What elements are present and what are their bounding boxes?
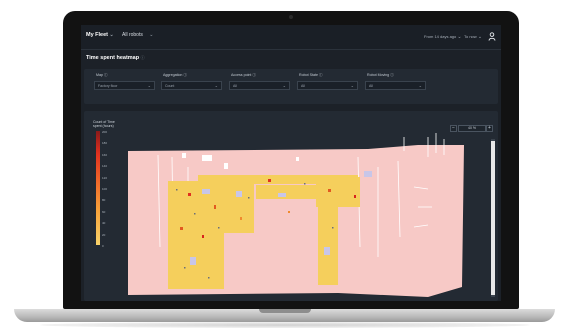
robot-moving-select-value: All bbox=[369, 84, 373, 88]
filter-label-robot-moving: Robot Moving ⓘ bbox=[367, 73, 394, 78]
laptop-shadow bbox=[40, 322, 530, 328]
info-icon: ⓘ bbox=[140, 55, 145, 60]
app-screen: My Fleet ⌄ All robots ⌄ From 14 days ago… bbox=[81, 25, 501, 301]
chevron-down-icon: ⌄ bbox=[477, 34, 483, 40]
filter-label-aggregation: Aggregation ⓘ bbox=[163, 73, 187, 78]
info-icon: ⓘ bbox=[318, 73, 323, 77]
range-to-label: To now bbox=[464, 34, 477, 39]
laptop-base bbox=[14, 309, 555, 322]
map-select-value: Factory floor bbox=[98, 84, 118, 88]
robot-state-select-value: All bbox=[301, 84, 305, 88]
camera bbox=[289, 15, 293, 19]
legend-tick-label: 160 bbox=[102, 152, 108, 157]
heatmap-card: Count of Time spent (hours) 200 180 160 140… bbox=[84, 111, 498, 301]
filter-label-text: Robot State bbox=[299, 73, 318, 77]
filter-label-map: Map ⓘ bbox=[96, 73, 108, 78]
legend-tick-label: 0 bbox=[102, 244, 104, 248]
robot-label: All robots bbox=[122, 32, 143, 38]
legend-tick-label: 80 bbox=[102, 198, 106, 203]
zoom-out-button[interactable]: − bbox=[450, 125, 457, 132]
user-icon[interactable] bbox=[488, 32, 496, 41]
page-title-text: Time spent heatmap bbox=[86, 55, 140, 61]
chevron-down-icon: ⌄ bbox=[457, 34, 462, 40]
legend-tick-label: 120 bbox=[102, 175, 108, 180]
legend-tick-label: 60 bbox=[102, 209, 106, 214]
zoom-level[interactable]: 40 % bbox=[458, 125, 486, 132]
filter-card: Map ⓘ Factory floor ⌄ Aggregation ⓘ Count… bbox=[84, 69, 498, 104]
info-icon: ⓘ bbox=[183, 73, 187, 77]
chevron-down-icon: ⌄ bbox=[214, 83, 218, 88]
filter-label-text: Access point bbox=[231, 73, 252, 77]
access-point-select[interactable]: All ⌄ bbox=[229, 81, 290, 90]
robot-moving-select[interactable]: All ⌄ bbox=[365, 81, 426, 90]
filter-label-text: Robot Moving bbox=[367, 73, 390, 77]
legend-tick-label: 40 bbox=[102, 221, 106, 226]
filter-label-access-point: Access point ⓘ bbox=[231, 73, 256, 78]
fleet-label: My Fleet bbox=[86, 32, 109, 38]
access-point-select-value: All bbox=[233, 84, 237, 88]
legend-color-scale bbox=[96, 131, 100, 245]
map-select[interactable]: Factory floor ⌄ bbox=[94, 81, 155, 90]
filter-label-robot-state: Robot State ⓘ bbox=[299, 73, 323, 78]
range-from-select[interactable]: From 14 days ago ⌄ bbox=[424, 34, 462, 40]
chevron-down-icon: ⌄ bbox=[350, 83, 354, 88]
legend-tick-label: 140 bbox=[102, 164, 108, 169]
robot-selector[interactable]: All robots ⌄ bbox=[122, 32, 153, 38]
chevron-down-icon: ⌄ bbox=[149, 32, 154, 38]
info-icon: ⓘ bbox=[252, 73, 256, 77]
legend-tick-label: 20 bbox=[102, 232, 106, 237]
base-notch bbox=[259, 309, 311, 313]
chevron-down-icon: ⌄ bbox=[418, 83, 422, 88]
legend-tick-label: 100 bbox=[102, 187, 108, 191]
info-icon: ⓘ bbox=[104, 73, 108, 77]
info-icon: ⓘ bbox=[390, 73, 394, 77]
heatmap-map[interactable] bbox=[128, 127, 480, 301]
legend-tick-label: 200 bbox=[102, 130, 108, 134]
zoom-in-button[interactable]: + bbox=[486, 125, 493, 132]
filter-label-text: Map bbox=[96, 73, 103, 77]
chevron-down-icon: ⌄ bbox=[282, 83, 286, 88]
legend-tick-label: 180 bbox=[102, 141, 108, 146]
scrollbar-thumb[interactable] bbox=[491, 141, 495, 295]
filter-label-text: Aggregation bbox=[163, 73, 183, 77]
range-from-label: From 14 days ago bbox=[424, 34, 457, 39]
robot-state-select[interactable]: All ⌄ bbox=[297, 81, 358, 90]
aggregation-select-value: Count bbox=[165, 84, 175, 88]
chevron-down-icon: ⌄ bbox=[147, 83, 151, 88]
range-to-select[interactable]: To now ⌄ bbox=[464, 34, 482, 40]
aggregation-select[interactable]: Count ⌄ bbox=[161, 81, 222, 90]
page-title: Time spent heatmap ⓘ bbox=[86, 55, 145, 61]
fleet-selector[interactable]: My Fleet ⌄ bbox=[86, 32, 114, 38]
top-bar: My Fleet ⌄ All robots ⌄ From 14 days ago… bbox=[81, 25, 501, 50]
legend-title: Count of Time spent (hours) bbox=[93, 120, 115, 128]
chevron-down-icon: ⌄ bbox=[109, 32, 114, 38]
